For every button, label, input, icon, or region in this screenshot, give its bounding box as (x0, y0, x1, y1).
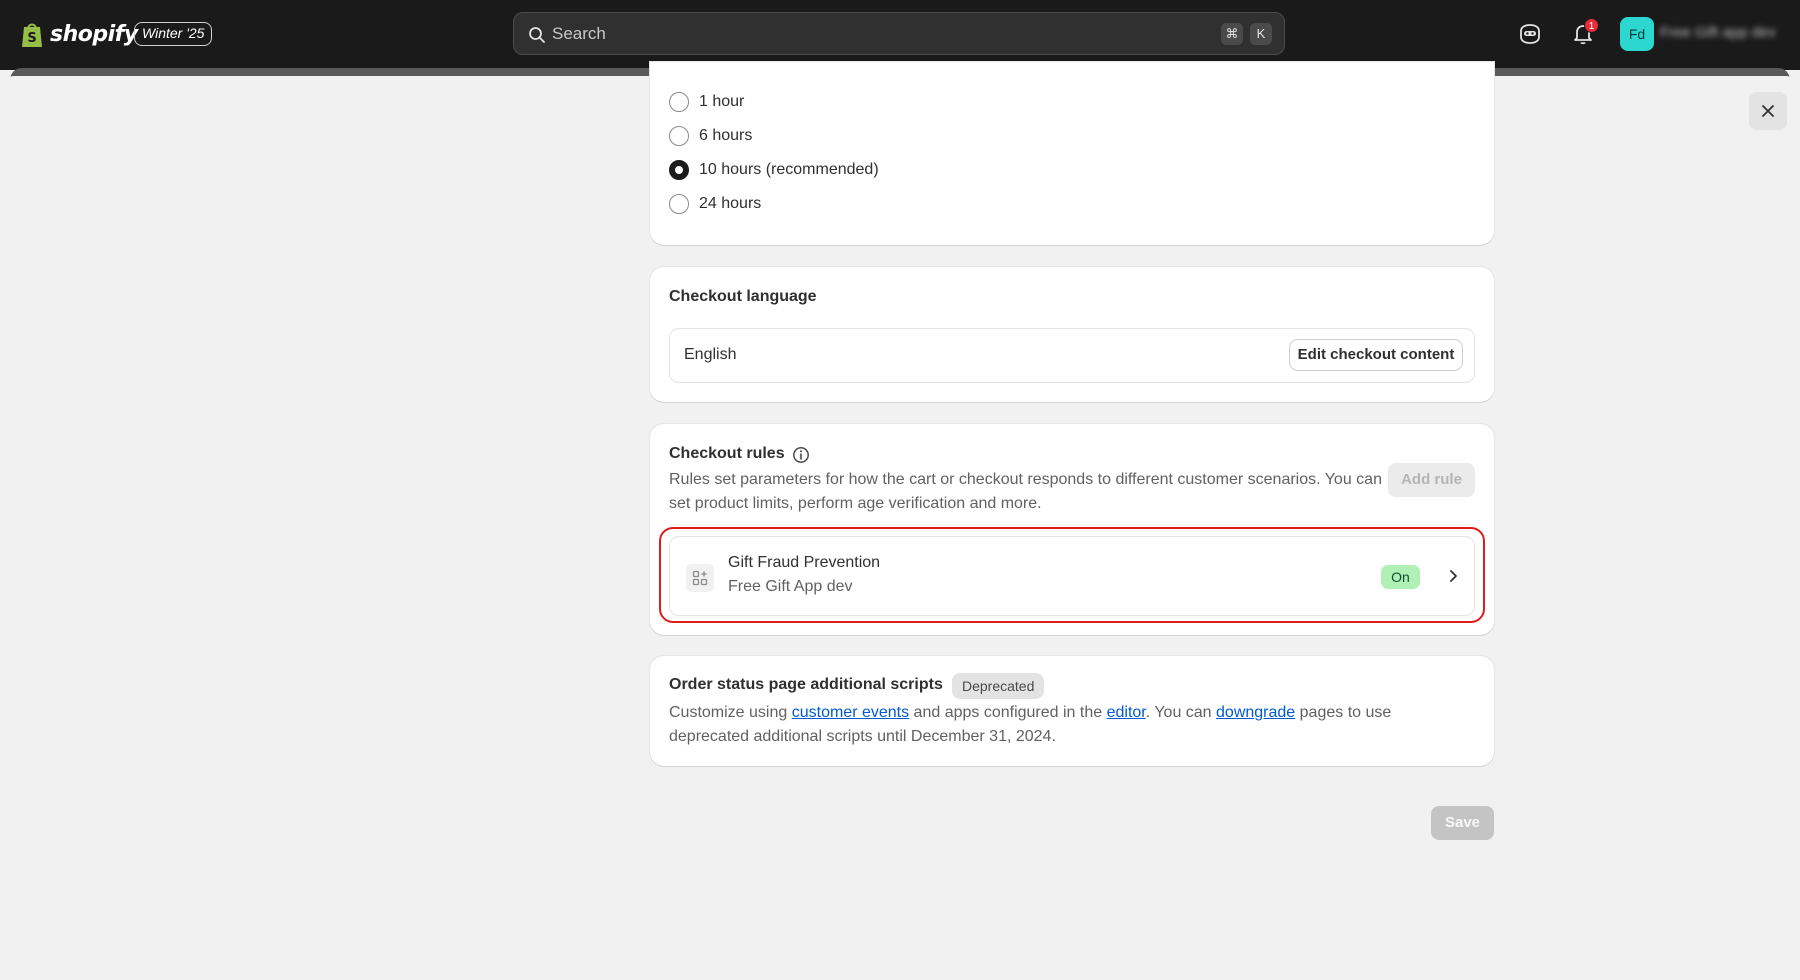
order-status-scripts-card: Order status page additional scripts Dep… (650, 656, 1494, 766)
deprecated-badge: Deprecated (952, 673, 1045, 699)
store-name[interactable]: Free Gift app dev (1660, 24, 1785, 41)
close-button[interactable] (1749, 92, 1787, 130)
edit-checkout-content-button[interactable]: Edit checkout content (1290, 340, 1462, 370)
language-value: English (684, 346, 737, 363)
order-status-scripts-title: Order status page additional scripts (669, 676, 943, 693)
checkout-rules-description: Rules set parameters for how the cart or… (669, 471, 1382, 512)
shopify-bag-icon: S (22, 23, 42, 47)
highlight-annotation (659, 527, 1485, 623)
shortcut-cmd-key: ⌘ (1221, 23, 1243, 45)
shortcut-k-key: K (1250, 23, 1272, 45)
top-bar: S shopify Winter '25 Search ⌘ K 1 Fd Fre… (0, 0, 1800, 70)
svg-text:S: S (27, 31, 36, 46)
version-badge[interactable]: Winter '25 (134, 22, 213, 46)
radio-label: 6 hours (699, 127, 753, 144)
avatar[interactable]: Fd (1620, 17, 1654, 51)
radio-option-24-hours[interactable]: 24 hours (669, 194, 761, 214)
search-icon (529, 27, 545, 43)
radio-option-6-hours[interactable]: 6 hours (669, 126, 752, 146)
radio-button[interactable] (669, 92, 689, 112)
search-input[interactable]: Search ⌘ K (513, 12, 1285, 55)
close-icon (1762, 105, 1774, 117)
language-row: English Edit checkout content (669, 328, 1475, 383)
search-placeholder: Search (552, 24, 606, 43)
add-rule-button[interactable]: Add rule (1388, 463, 1475, 497)
radio-option-10-hours[interactable]: 10 hours (recommended) (669, 160, 879, 180)
checkout-rules-title: Checkout rules (669, 445, 785, 462)
shopify-logo[interactable]: S shopify (20, 18, 138, 50)
editor-link[interactable]: editor (1107, 704, 1146, 721)
radio-label: 1 hour (699, 93, 745, 110)
checkout-language-card: Checkout language English Edit checkout … (650, 267, 1494, 402)
desc-text: Customize using (669, 704, 792, 721)
customer-events-link[interactable]: customer events (792, 704, 909, 721)
radio-button[interactable] (669, 126, 689, 146)
info-icon[interactable] (792, 446, 810, 464)
desc-text: and apps configured in the (909, 704, 1107, 721)
radio-label: 10 hours (recommended) (699, 161, 879, 178)
abandoned-checkout-timing-card: 1 hour 6 hours 10 hours (recommended) 24… (650, 62, 1494, 245)
radio-button[interactable] (669, 194, 689, 214)
order-status-scripts-description: Customize using customer events and apps… (669, 701, 1475, 749)
sidekick-icon[interactable] (1518, 22, 1542, 46)
notification-badge: 1 (1584, 18, 1599, 33)
radio-option-1-hour[interactable]: 1 hour (669, 92, 744, 112)
save-button[interactable]: Save (1431, 806, 1494, 840)
desc-text: . You can (1145, 704, 1217, 721)
radio-label: 24 hours (699, 195, 762, 212)
radio-button-selected[interactable] (669, 160, 689, 180)
downgrade-link[interactable]: downgrade (1216, 704, 1295, 721)
checkout-language-title: Checkout language (669, 288, 817, 305)
checkout-rules-card: Checkout rules Rules set parameters for … (650, 424, 1494, 635)
brand-name: shopify (50, 21, 138, 47)
